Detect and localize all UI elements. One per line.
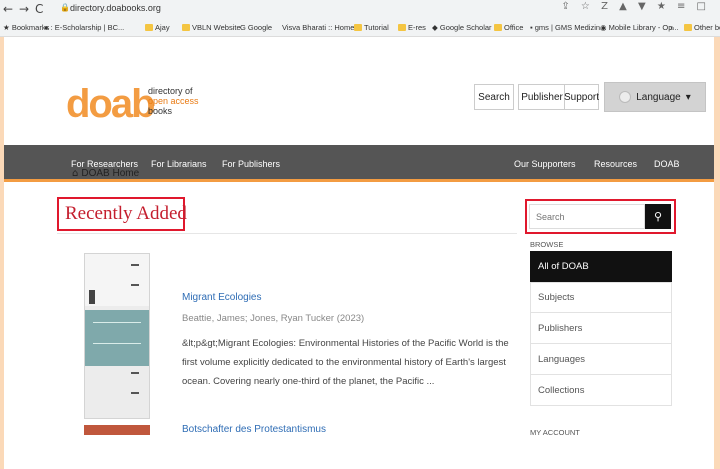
nav-doab[interactable]: DOAB: [654, 159, 680, 169]
browse-publishers[interactable]: Publishers: [530, 313, 672, 344]
my-account-label: MY ACCOUNT: [530, 428, 580, 437]
bookmarks-item[interactable]: E-res: [398, 23, 426, 32]
browse-all-of-doab[interactable]: All of DOAB: [530, 251, 672, 282]
address-bar[interactable]: 🔒 directory.doabooks.org ⇪ ☆ Z ▲ ▼ ★ ≡ □: [56, 0, 720, 18]
book-description: &lt;p&gt;Migrant Ecologies: Environmenta…: [182, 338, 509, 387]
browser-chrome: ← → C 🔒 directory.doabooks.org ⇪ ☆ Z ▲ ▼…: [0, 0, 720, 37]
bookmarks-item[interactable]: ▪ gms | GMS Medizin...: [530, 23, 606, 32]
cover-mark: [131, 392, 139, 394]
divider: [57, 233, 517, 234]
logo-text: directory of open access books: [148, 86, 199, 116]
background-stripe-right: [714, 0, 720, 469]
book-title-link[interactable]: Botschafter des Protestantismus: [182, 424, 326, 435]
bookmarks-item[interactable]: Tutorial: [354, 23, 389, 32]
bookmarks-item[interactable]: Ajay: [145, 23, 170, 32]
nav-for-publishers[interactable]: For Publishers: [222, 159, 280, 169]
bookmarks-item[interactable]: VBLN Website: [182, 23, 241, 32]
cover-tab: [89, 290, 95, 304]
cover-mark: [131, 264, 139, 266]
browse-subjects[interactable]: Subjects: [530, 282, 672, 313]
search-icon[interactable]: ⚲: [645, 204, 671, 229]
book-cover[interactable]: [84, 253, 150, 419]
book-authors: Beattie, James; Jones, Ryan Tucker (2023…: [182, 313, 365, 324]
bookmarks-item[interactable]: Office: [494, 23, 523, 32]
url-text: directory.doabooks.org: [70, 3, 161, 13]
bookmarks-item[interactable]: Other book: [684, 23, 720, 32]
browse-label: BROWSE: [530, 240, 564, 249]
logo-mark: doab: [66, 82, 156, 126]
breadcrumb-home: DOAB Home: [81, 168, 140, 179]
bookmarks-item[interactable]: G Google: [240, 23, 272, 32]
nav-for-librarians[interactable]: For Librarians: [151, 159, 207, 169]
bookmarks-item[interactable]: ◆ Google Scholar: [432, 23, 492, 32]
bookmarks-item[interactable]: ★ Bookmarks: [3, 23, 49, 32]
book-title-link[interactable]: Migrant Ecologies: [182, 292, 261, 303]
browse-collections[interactable]: Collections: [530, 375, 672, 406]
cover-mark: [131, 284, 139, 286]
bookmarks-item[interactable]: ◉ Mobile Library - Op...: [600, 23, 679, 32]
language-button[interactable]: Language ▾: [604, 82, 706, 112]
lock-icon: 🔒: [60, 3, 70, 12]
search-button[interactable]: Search: [474, 84, 514, 110]
page-title: Recently Added: [65, 203, 187, 224]
cover-mark: [131, 372, 139, 374]
bookmarks-item[interactable]: ● : E-Scholarship | BC...: [44, 23, 124, 32]
forward-icon[interactable]: →: [19, 2, 29, 16]
browse-languages[interactable]: Languages: [530, 344, 672, 375]
home-icon: ⌂: [72, 168, 79, 179]
breadcrumb[interactable]: ⌂ DOAB Home: [72, 168, 139, 179]
book-cover[interactable]: [84, 425, 150, 435]
nav-our-supporters[interactable]: Our Supporters: [514, 159, 576, 169]
cover-band: [85, 310, 149, 366]
chevron-down-icon: ▾: [685, 91, 691, 103]
nav-resources[interactable]: Resources: [594, 159, 637, 169]
support-button[interactable]: Support: [564, 84, 599, 110]
reload-icon[interactable]: C: [35, 2, 43, 16]
extension-icons[interactable]: ⇪ ☆ Z ▲ ▼ ★ ≡ □: [561, 1, 710, 12]
search-input[interactable]: [529, 204, 645, 229]
back-icon[interactable]: ←: [3, 2, 13, 16]
globe-icon: [619, 91, 632, 103]
bookmarks-item[interactable]: Visva Bharati :: Home: [282, 23, 354, 32]
bookmarks-bar: ★ Bookmarks ● : E-Scholarship | BC... Aj…: [0, 19, 720, 37]
bookmarks-overflow[interactable]: »: [670, 23, 674, 32]
language-label: Language: [636, 91, 681, 103]
